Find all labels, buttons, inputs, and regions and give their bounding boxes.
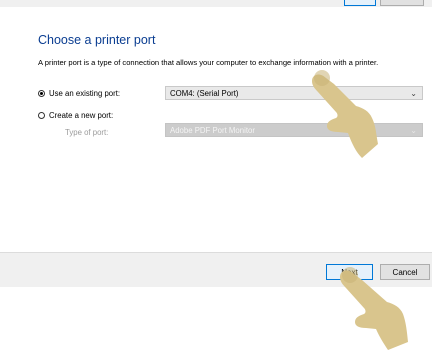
existing-port-dropdown[interactable]: COM4: (Serial Port) ⌄ bbox=[165, 86, 423, 100]
chevron-down-icon: ⌄ bbox=[410, 126, 417, 135]
use-existing-port-label: Use an existing port: bbox=[49, 89, 121, 98]
existing-port-value: COM4: (Serial Port) bbox=[170, 88, 239, 98]
top-primary-button[interactable] bbox=[344, 0, 376, 6]
use-existing-port-radio[interactable] bbox=[38, 90, 45, 97]
top-button-strip bbox=[0, 0, 432, 7]
pointing-hand-icon bbox=[340, 267, 408, 350]
port-type-value: Adobe PDF Port Monitor bbox=[170, 125, 255, 135]
page-title: Choose a printer port bbox=[38, 33, 156, 47]
create-new-port-option[interactable]: Create a new port: bbox=[38, 111, 113, 120]
create-new-port-radio[interactable] bbox=[38, 112, 45, 119]
port-type-dropdown: Adobe PDF Port Monitor ⌄ bbox=[165, 123, 423, 137]
use-existing-port-option[interactable]: Use an existing port: bbox=[38, 89, 120, 98]
chevron-down-icon: ⌄ bbox=[410, 89, 417, 98]
top-secondary-button[interactable] bbox=[380, 0, 424, 6]
create-new-port-label: Create a new port: bbox=[49, 111, 114, 120]
type-of-port-label: Type of port: bbox=[65, 128, 109, 137]
pointing-hand-icon bbox=[312, 70, 378, 158]
